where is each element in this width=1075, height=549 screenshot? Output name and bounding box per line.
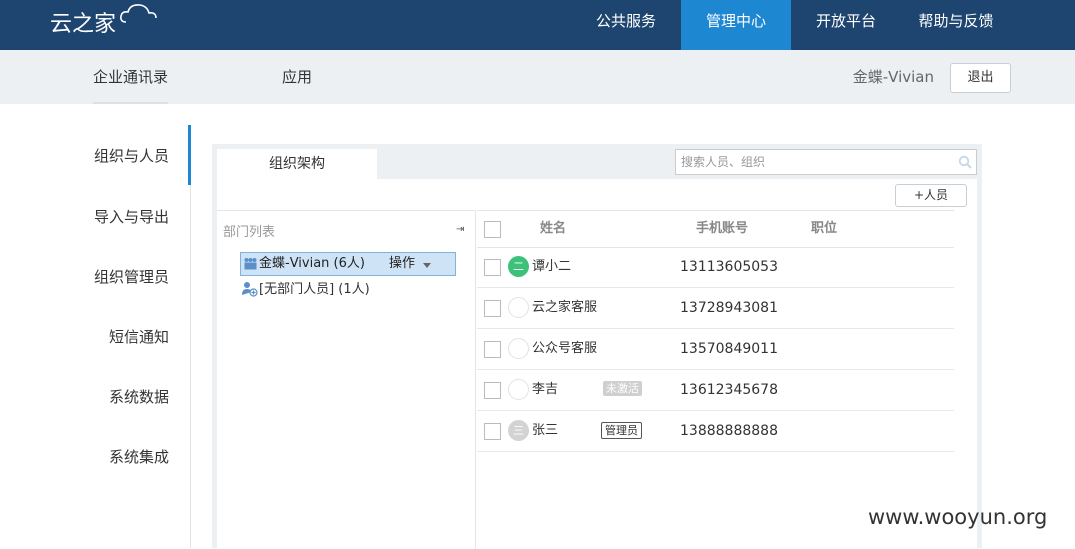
nav-help-feedback[interactable]: 帮助与反馈	[905, 0, 1007, 50]
logo-text: 云之家	[50, 12, 117, 37]
select-all-checkbox[interactable]	[484, 221, 501, 238]
person-phone: 13113605053	[680, 259, 778, 275]
nav-admin-center[interactable]: 管理中心	[681, 0, 791, 50]
person-name[interactable]: 云之家客服	[532, 288, 597, 328]
column-phone: 手机账号	[696, 221, 749, 236]
column-name: 姓名	[540, 221, 567, 236]
tree-node-root[interactable]: 金蝶-Vivian (6人) 操作	[240, 252, 456, 276]
chevron-down-icon[interactable]	[423, 263, 431, 268]
search-icon[interactable]	[958, 155, 972, 169]
tab-org-structure[interactable]: 组织架构	[217, 149, 377, 179]
column-position: 职位	[811, 221, 838, 236]
operations-dropdown[interactable]: 操作	[389, 253, 415, 275]
avatar	[508, 338, 529, 359]
sidebar-item-system-data[interactable]: 系统数据	[109, 386, 169, 407]
sidebar-active-indicator	[188, 125, 191, 185]
avatar	[508, 379, 529, 400]
watermark: www.wooyun.org	[868, 505, 1048, 529]
group-icon	[244, 258, 257, 270]
tab-apps[interactable]: 应用	[282, 50, 312, 104]
admin-badge: 管理员	[601, 422, 642, 439]
department-list-header: 部门列表	[223, 225, 276, 240]
sidebar-item-system-integration[interactable]: 系统集成	[109, 446, 169, 467]
collapse-icon[interactable]: ⇥	[456, 224, 464, 235]
logout-button[interactable]: 退出	[950, 63, 1011, 93]
person-phone: 13888888888	[680, 423, 778, 439]
table-header: 姓名 手机账号 职位	[477, 210, 954, 248]
sidebar-item-org-people[interactable]: 组织与人员	[94, 145, 169, 166]
current-user: 金蝶-Vivian	[852, 68, 934, 86]
table-row[interactable]: 云之家客服 13728943081	[477, 288, 954, 329]
search-placeholder: 搜索人员、组织	[681, 155, 766, 169]
person-phone: 13612345678	[680, 382, 778, 398]
table-row[interactable]: 二 谭小二 13113605053	[477, 247, 954, 288]
table-row[interactable]: 三 张三 管理员 13888888888	[477, 411, 954, 452]
row-checkbox[interactable]	[484, 341, 501, 358]
row-checkbox[interactable]	[484, 382, 501, 399]
avatar: 三	[508, 420, 529, 441]
sidebar-item-org-admin[interactable]: 组织管理员	[94, 266, 169, 287]
sidebar-item-sms[interactable]: 短信通知	[109, 326, 169, 347]
avatar	[508, 297, 529, 318]
cloud-icon	[120, 4, 157, 23]
person-phone: 13570849011	[680, 341, 778, 357]
person-name[interactable]: 公众号客服	[532, 329, 597, 369]
nav-public-service[interactable]: 公共服务	[583, 0, 669, 50]
row-checkbox[interactable]	[484, 300, 501, 317]
person-name[interactable]: 谭小二	[532, 247, 571, 287]
person-name[interactable]: 张三	[532, 411, 558, 451]
tree-node-label: [无部门人员] (1人)	[259, 282, 370, 297]
sidebar-item-import-export[interactable]: 导入与导出	[94, 206, 169, 227]
add-person-button[interactable]: +人员	[895, 184, 967, 207]
sub-nav-bar: 企业通讯录 应用 金蝶-Vivian 退出	[0, 50, 1075, 104]
avatar: 二	[508, 256, 529, 277]
tab-enterprise-contacts[interactable]: 企业通讯录	[93, 50, 169, 104]
person-name[interactable]: 李吉	[532, 370, 558, 410]
tree-node-label: 金蝶-Vivian (6人)	[259, 256, 365, 271]
search-input[interactable]: 搜索人员、组织	[675, 149, 977, 175]
row-checkbox[interactable]	[484, 423, 501, 440]
table-row[interactable]: 李吉 未激活 13612345678	[477, 370, 954, 411]
inactive-badge: 未激活	[603, 381, 642, 396]
nav-open-platform[interactable]: 开放平台	[801, 0, 891, 50]
person-phone: 13728943081	[680, 300, 778, 316]
table-row[interactable]: 公众号客服 13570849011	[477, 329, 954, 370]
app-logo[interactable]: 云之家	[50, 4, 157, 38]
add-user-icon	[242, 282, 258, 297]
sidebar-divider	[190, 125, 191, 548]
row-checkbox[interactable]	[484, 259, 501, 276]
top-nav-bar: 云之家 公共服务 管理中心 开放平台 帮助与反馈	[0, 0, 1075, 50]
